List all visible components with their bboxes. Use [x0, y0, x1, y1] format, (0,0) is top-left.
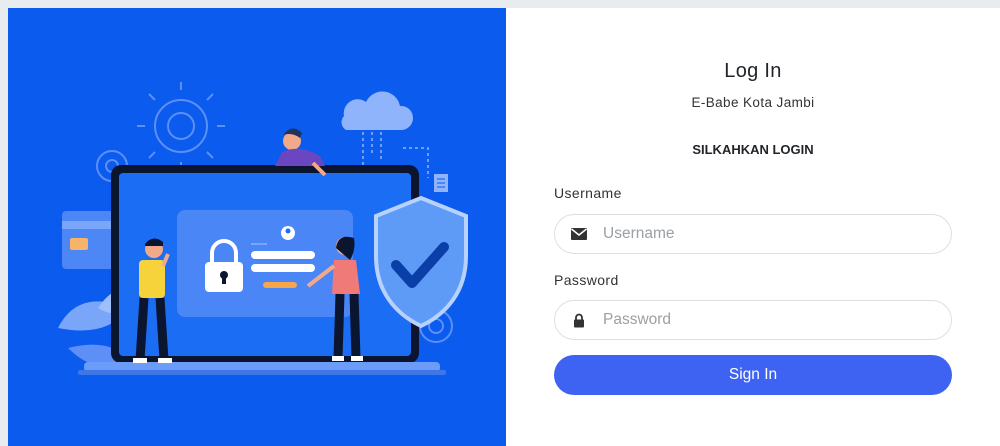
page-title: Log In: [724, 60, 782, 82]
app-subtitle: E-Babe Kota Jambi: [691, 95, 815, 110]
password-input[interactable]: [603, 301, 951, 339]
username-input[interactable]: [603, 215, 951, 253]
username-field-wrapper[interactable]: [554, 214, 952, 254]
gear-icon: [137, 82, 225, 170]
cloud-icon: [341, 91, 414, 168]
username-label: Username: [554, 185, 622, 201]
sign-in-button[interactable]: Sign In: [554, 355, 952, 395]
lock-icon: [555, 301, 603, 339]
password-field-wrapper[interactable]: [554, 300, 952, 340]
login-illustration: [8, 8, 506, 446]
envelope-icon: [555, 215, 603, 253]
login-form-panel: Log In E-Babe Kota Jambi SILKAHKAN LOGIN…: [506, 8, 1000, 446]
login-card: Log In E-Babe Kota Jambi SILKAHKAN LOGIN…: [8, 8, 1000, 446]
login-instruction: SILKAHKAN LOGIN: [692, 142, 814, 157]
document-icon: [434, 174, 448, 192]
security-illustration-graphic: [58, 82, 468, 375]
password-label: Password: [554, 272, 619, 288]
